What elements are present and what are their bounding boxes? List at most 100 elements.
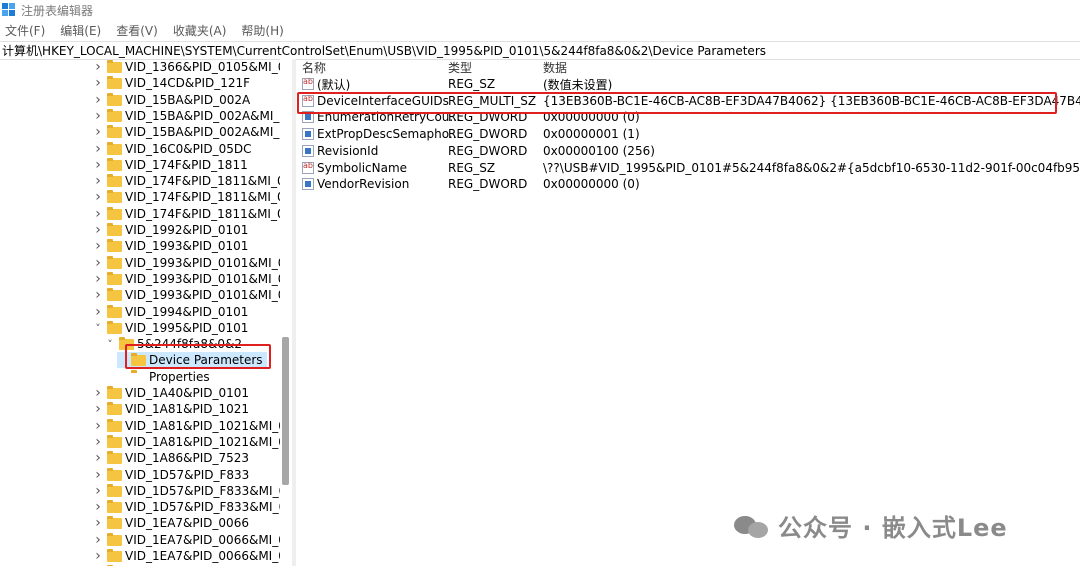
tree-item[interactable]: › VID_1993&PID_0101&MI_00 bbox=[93, 255, 292, 271]
chevron-right-icon[interactable]: › bbox=[93, 467, 103, 483]
chevron-right-icon[interactable]: › bbox=[93, 499, 103, 515]
value-row[interactable]: SymbolicName REG_SZ \??\USB#VID_1995&PID_0… bbox=[296, 160, 1080, 176]
tree-item[interactable]: › VID_15BA&PID_002A&MI_00 bbox=[93, 108, 292, 124]
tree-item[interactable]: › VID_1A86&PID_7523 bbox=[93, 450, 249, 466]
values-list[interactable]: 名称 类型 数据 (默认)REG_SZ(数值未设置)DeviceInterfac… bbox=[296, 59, 1080, 566]
tree-item[interactable]: › VID_15BA&PID_002A bbox=[93, 92, 250, 108]
menu-view[interactable]: 查看(V) bbox=[116, 22, 158, 39]
tree-item-label: VID_1A86&PID_7523 bbox=[125, 451, 250, 465]
chevron-right-icon[interactable]: › bbox=[93, 124, 103, 140]
value-row[interactable]: (默认) REG_SZ (数值未设置) bbox=[296, 76, 1080, 92]
column-header-data[interactable]: 数据 bbox=[543, 59, 567, 75]
chevron-right-icon[interactable]: › bbox=[93, 385, 103, 401]
chevron-right-icon[interactable]: › bbox=[93, 483, 103, 499]
tree-item[interactable]: Properties bbox=[117, 369, 210, 385]
value-row[interactable]: VendorRevision REG_DWORD 0x00000000 (0) bbox=[296, 176, 1080, 192]
value-name-cell: ExtPropDescSemapho... bbox=[302, 126, 460, 142]
folder-icon bbox=[107, 238, 122, 252]
tree-item-label: VID_1366&PID_0105&MI_02 bbox=[125, 60, 292, 74]
tree-item-label: VID_15BA&PID_002A bbox=[125, 93, 251, 107]
tree-item-label: VID_1A81&PID_1021&MI_00 bbox=[125, 419, 292, 433]
chevron-right-icon[interactable]: › bbox=[93, 222, 103, 238]
tree-item[interactable]: › VID_16C0&PID_05DC bbox=[93, 141, 251, 157]
value-name: (默认) bbox=[317, 77, 351, 92]
column-header-name[interactable]: 名称 bbox=[302, 59, 326, 75]
tree-item[interactable]: › VID_1EA7&PID_0066&MI_00 bbox=[93, 532, 292, 548]
tree-item[interactable]: › VID_1992&PID_0101 bbox=[93, 222, 248, 238]
tree-item-label: VID_174F&PID_1811&MI_00 bbox=[125, 174, 292, 188]
chevron-right-icon[interactable]: › bbox=[93, 287, 103, 303]
chevron-right-icon[interactable]: › bbox=[93, 206, 103, 222]
menu-file[interactable]: 文件(F) bbox=[5, 22, 45, 39]
chevron-right-icon[interactable]: › bbox=[93, 238, 103, 254]
tree-item[interactable]: › VID_174F&PID_1811&MI_02 bbox=[93, 189, 292, 205]
tree-item[interactable]: › VID_1366&PID_0105&MI_02 bbox=[93, 59, 292, 75]
folder-icon bbox=[107, 255, 122, 269]
chevron-down-icon[interactable]: ˅ bbox=[105, 336, 115, 352]
tree-item[interactable]: ˅ VID_1995&PID_0101 bbox=[93, 320, 248, 336]
chevron-right-icon[interactable]: › bbox=[93, 255, 103, 271]
tree-item[interactable]: › VID_1993&PID_0101&MI_02 bbox=[93, 271, 292, 287]
value-name-cell: (默认) bbox=[302, 76, 350, 92]
address-path[interactable]: 计算机\HKEY_LOCAL_MACHINE\SYSTEM\CurrentCon… bbox=[0, 42, 766, 59]
tree-item[interactable]: › VID_1EA7&PID_0066&MI_01 bbox=[93, 548, 292, 564]
folder-icon bbox=[107, 434, 122, 448]
tree-item[interactable]: › VID_174F&PID_1811&MI_00 bbox=[93, 173, 292, 189]
binary-value-icon bbox=[302, 178, 314, 190]
tree-item-label: VID_1EA7&PID_0066&MI_00 bbox=[125, 533, 292, 547]
folder-icon bbox=[107, 320, 122, 334]
menu-edit[interactable]: 编辑(E) bbox=[60, 22, 101, 39]
chevron-right-icon[interactable]: › bbox=[93, 92, 103, 108]
tree-item[interactable]: › VID_1A81&PID_1021 bbox=[93, 401, 249, 417]
chevron-right-icon[interactable]: › bbox=[93, 450, 103, 466]
chevron-right-icon[interactable]: › bbox=[93, 173, 103, 189]
tree-item-label: VID_174F&PID_1811 bbox=[125, 158, 248, 172]
tree-item-label: VID_1993&PID_0101&MI_04 bbox=[125, 288, 292, 302]
tree-scroll-thumb[interactable] bbox=[282, 337, 289, 485]
value-row[interactable]: RevisionId REG_DWORD 0x00000100 (256) bbox=[296, 143, 1080, 159]
tree-item[interactable]: › VID_1A40&PID_0101 bbox=[93, 385, 249, 401]
menu-help[interactable]: 帮助(H) bbox=[241, 22, 283, 39]
chevron-right-icon[interactable]: › bbox=[93, 75, 103, 91]
chevron-right-icon[interactable]: › bbox=[93, 532, 103, 548]
chevron-right-icon[interactable]: › bbox=[93, 141, 103, 157]
tree-item[interactable]: › VID_1994&PID_0101 bbox=[93, 304, 248, 320]
tree-scrollbar[interactable] bbox=[280, 59, 292, 566]
tree-item[interactable]: › VID_15BA&PID_002A&MI_01 bbox=[93, 124, 292, 140]
tree-item[interactable]: › VID_14CD&PID_121F bbox=[93, 75, 250, 91]
value-name-cell: RevisionId bbox=[302, 143, 378, 159]
tree-item[interactable]: › VID_1D57&PID_F833&MI_01 bbox=[93, 499, 292, 515]
value-row[interactable]: ExtPropDescSemapho... REG_DWORD 0x00000001… bbox=[296, 126, 1080, 142]
chevron-down-icon[interactable]: ˅ bbox=[93, 320, 103, 336]
column-header-type[interactable]: 类型 bbox=[448, 59, 472, 75]
registry-tree[interactable]: › VID_1366&PID_0105&MI_02 › VID_14CD&PID_12… bbox=[0, 59, 292, 566]
tree-item[interactable]: › VID_1A81&PID_1021&MI_01 bbox=[93, 434, 292, 450]
tree-item[interactable]: › VID_1993&PID_0101 bbox=[93, 238, 248, 254]
tree-item[interactable]: › VID_174F&PID_1811 bbox=[93, 157, 248, 173]
chevron-right-icon[interactable]: › bbox=[93, 59, 103, 75]
folder-icon bbox=[107, 287, 122, 301]
folder-icon bbox=[107, 304, 122, 318]
chevron-right-icon[interactable]: › bbox=[93, 418, 103, 434]
chevron-right-icon[interactable]: › bbox=[93, 157, 103, 173]
tree-item-label: VID_174F&PID_1811&MI_04 bbox=[125, 207, 292, 221]
chevron-right-icon[interactable]: › bbox=[93, 515, 103, 531]
chevron-right-icon[interactable]: › bbox=[93, 434, 103, 450]
chevron-right-icon[interactable]: › bbox=[93, 271, 103, 287]
folder-icon bbox=[107, 499, 122, 513]
tree-item[interactable]: › VID_174F&PID_1811&MI_04 bbox=[93, 206, 292, 222]
wechat-icon bbox=[732, 512, 772, 540]
chevron-right-icon[interactable]: › bbox=[93, 189, 103, 205]
menu-favorites[interactable]: 收藏夹(A) bbox=[173, 22, 227, 39]
tree-item[interactable]: › VID_1D57&PID_F833 bbox=[93, 467, 249, 483]
tree-item[interactable]: › VID_1993&PID_0101&MI_04 bbox=[93, 287, 292, 303]
chevron-right-icon[interactable]: › bbox=[93, 548, 103, 564]
address-bar[interactable]: 计算机\HKEY_LOCAL_MACHINE\SYSTEM\CurrentCon… bbox=[0, 41, 1080, 60]
chevron-right-icon[interactable]: › bbox=[93, 401, 103, 417]
chevron-right-icon[interactable]: › bbox=[93, 304, 103, 320]
tree-item[interactable]: › VID_1A81&PID_1021&MI_00 bbox=[93, 418, 292, 434]
chevron-right-icon[interactable]: › bbox=[93, 108, 103, 124]
tree-item[interactable]: › VID_1EA7&PID_0066 bbox=[93, 515, 249, 531]
tree-item[interactable]: › VID_1D57&PID_F833&MI_00 bbox=[93, 483, 292, 499]
